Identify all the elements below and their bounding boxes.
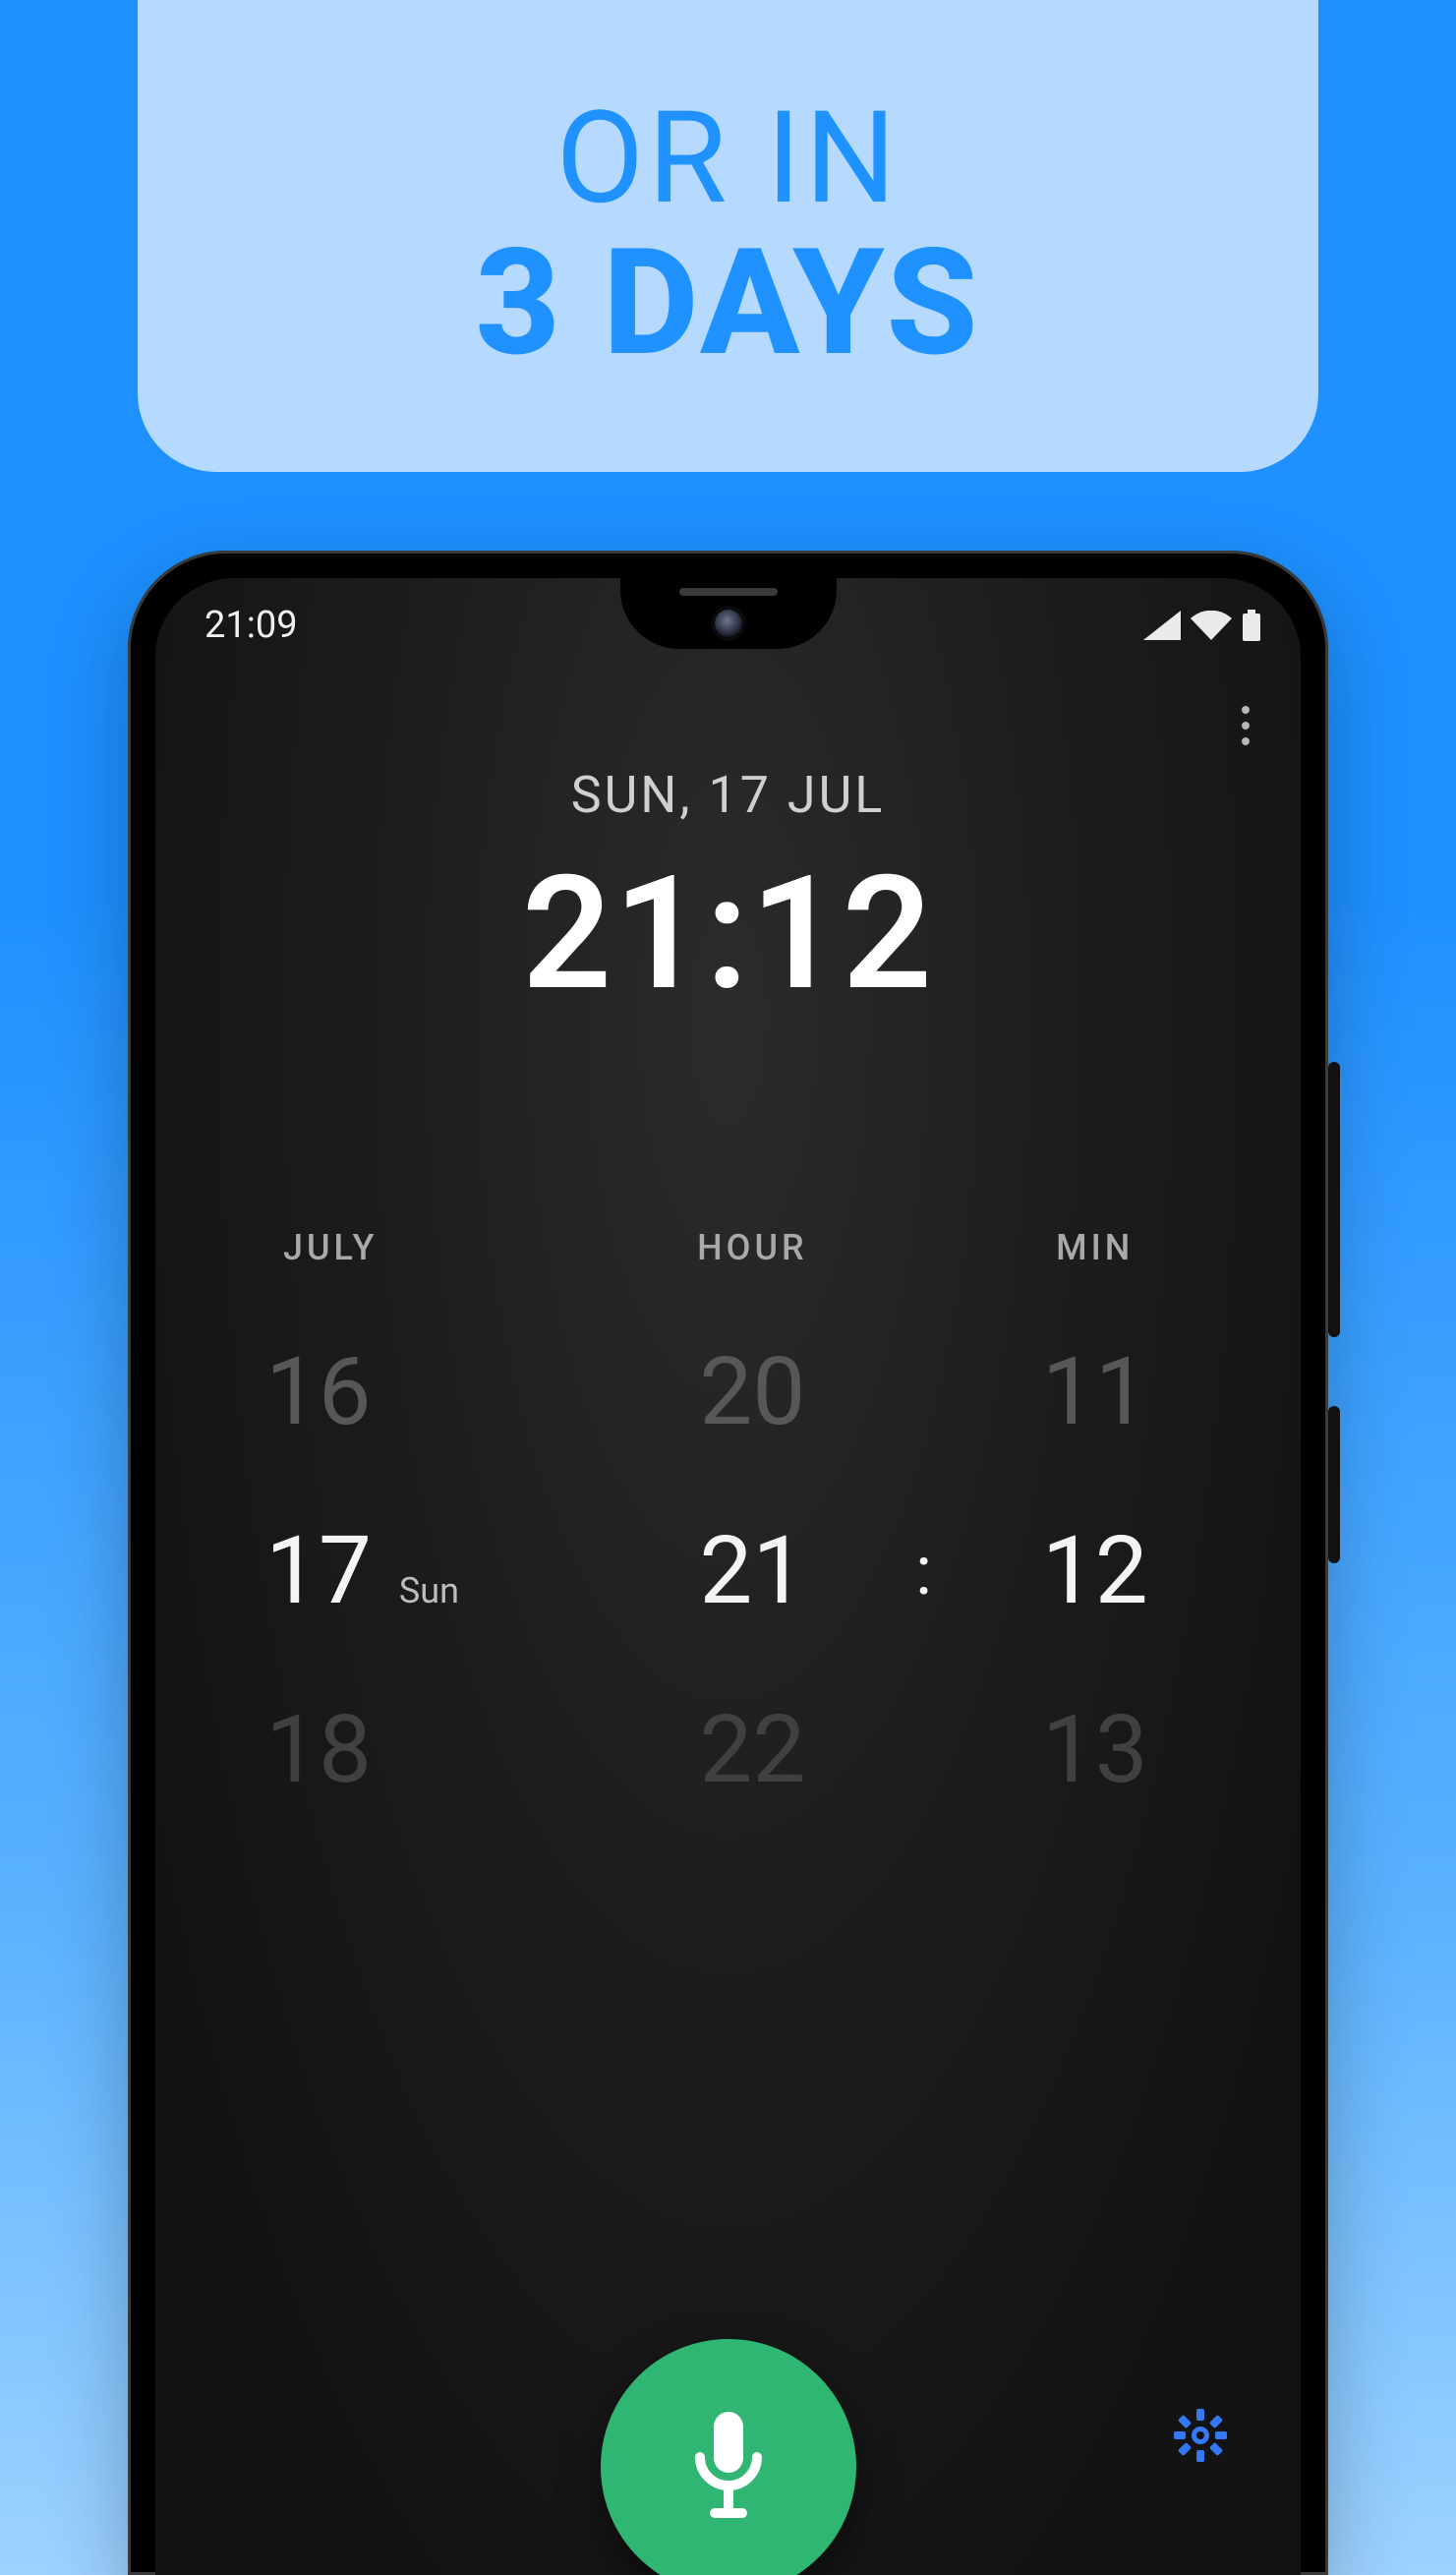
signal-icon bbox=[1143, 611, 1181, 640]
voice-input-button[interactable] bbox=[601, 2339, 856, 2575]
min-prev[interactable]: 11 bbox=[948, 1337, 1242, 1447]
hour-selected[interactable]: 21 bbox=[606, 1516, 900, 1626]
label-hour: HOUR bbox=[606, 1227, 900, 1268]
earpiece bbox=[679, 588, 778, 596]
day-prev: 16 bbox=[214, 1337, 606, 1447]
hour-prev[interactable]: 20 bbox=[606, 1337, 900, 1447]
banner-line2: 3 DAYS bbox=[475, 226, 980, 381]
phone-frame: 21:09 SUN, 17 JUL 21:12 JULY HOUR MIN 16… bbox=[128, 551, 1328, 2575]
label-day: JULY bbox=[214, 1227, 606, 1268]
gear-icon bbox=[1173, 2408, 1228, 2463]
header-time: 21:12 bbox=[155, 843, 1301, 1026]
datetime-header: SUN, 17 JUL 21:12 bbox=[155, 765, 1301, 1026]
battery-icon bbox=[1242, 610, 1261, 641]
status-bar: 21:09 bbox=[204, 602, 1261, 649]
time-colon: : bbox=[900, 1531, 949, 1611]
min-next[interactable]: 13 bbox=[948, 1695, 1242, 1805]
day-selected-num: 17 bbox=[265, 1516, 372, 1626]
day-selected-dow: Sun bbox=[399, 1570, 459, 1611]
banner-line1: OR IN bbox=[556, 91, 901, 226]
promo-banner: OR IN 3 DAYS bbox=[138, 0, 1318, 472]
min-selected[interactable]: 12 bbox=[948, 1516, 1242, 1626]
label-min: MIN bbox=[948, 1227, 1242, 1268]
datetime-picker[interactable]: JULY HOUR MIN 16 20 11 17 Sun 21 : 12 18… bbox=[214, 1227, 1242, 1805]
hour-next[interactable]: 22 bbox=[606, 1695, 900, 1805]
more-vert-icon[interactable] bbox=[1216, 696, 1275, 755]
status-icons bbox=[1143, 610, 1261, 641]
wifi-icon bbox=[1191, 611, 1232, 640]
day-next: 18 bbox=[214, 1695, 606, 1805]
statusbar-time: 21:09 bbox=[204, 604, 298, 647]
day-selected[interactable]: 17 Sun bbox=[214, 1516, 606, 1626]
header-date: SUN, 17 JUL bbox=[155, 765, 1301, 825]
screen: 21:09 SUN, 17 JUL 21:12 JULY HOUR MIN 16… bbox=[155, 578, 1301, 2575]
microphone-icon bbox=[684, 2408, 773, 2526]
settings-button[interactable] bbox=[1169, 2404, 1232, 2467]
